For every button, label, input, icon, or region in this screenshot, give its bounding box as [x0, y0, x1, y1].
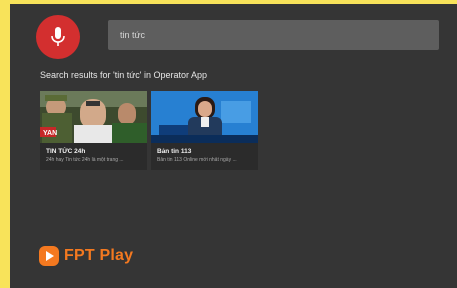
result-thumbnail [151, 91, 258, 143]
microphone-icon [51, 27, 65, 46]
result-card-ban-tin-113[interactable]: Bản tin 113 Bản tin 113 Online mới nhất … [151, 91, 258, 170]
result-thumbnail: YAN [40, 91, 147, 143]
fpt-play-logo: FPT Play [38, 245, 133, 267]
result-description: Bản tin 113 Online mới nhất ngày ... [157, 157, 237, 163]
result-description: 24h hay Tin tức 24h là một trang ... [46, 157, 124, 163]
result-card-tin-tuc-24h[interactable]: YAN TIN TỨC 24h 24h hay Tin tức 24h là m… [40, 91, 147, 170]
tv-screen: Search results for 'tin tức' in Operator… [10, 4, 457, 288]
play-icon [39, 246, 59, 266]
search-results-heading: Search results for 'tin tức' in Operator… [40, 70, 208, 80]
result-title: Bản tin 113 [157, 148, 192, 155]
voice-search-button[interactable] [36, 15, 80, 59]
logo-text: FPT Play [64, 247, 134, 264]
result-title: TIN TỨC 24h [46, 148, 86, 155]
search-input[interactable] [108, 20, 439, 50]
svg-text:YAN: YAN [43, 130, 57, 137]
